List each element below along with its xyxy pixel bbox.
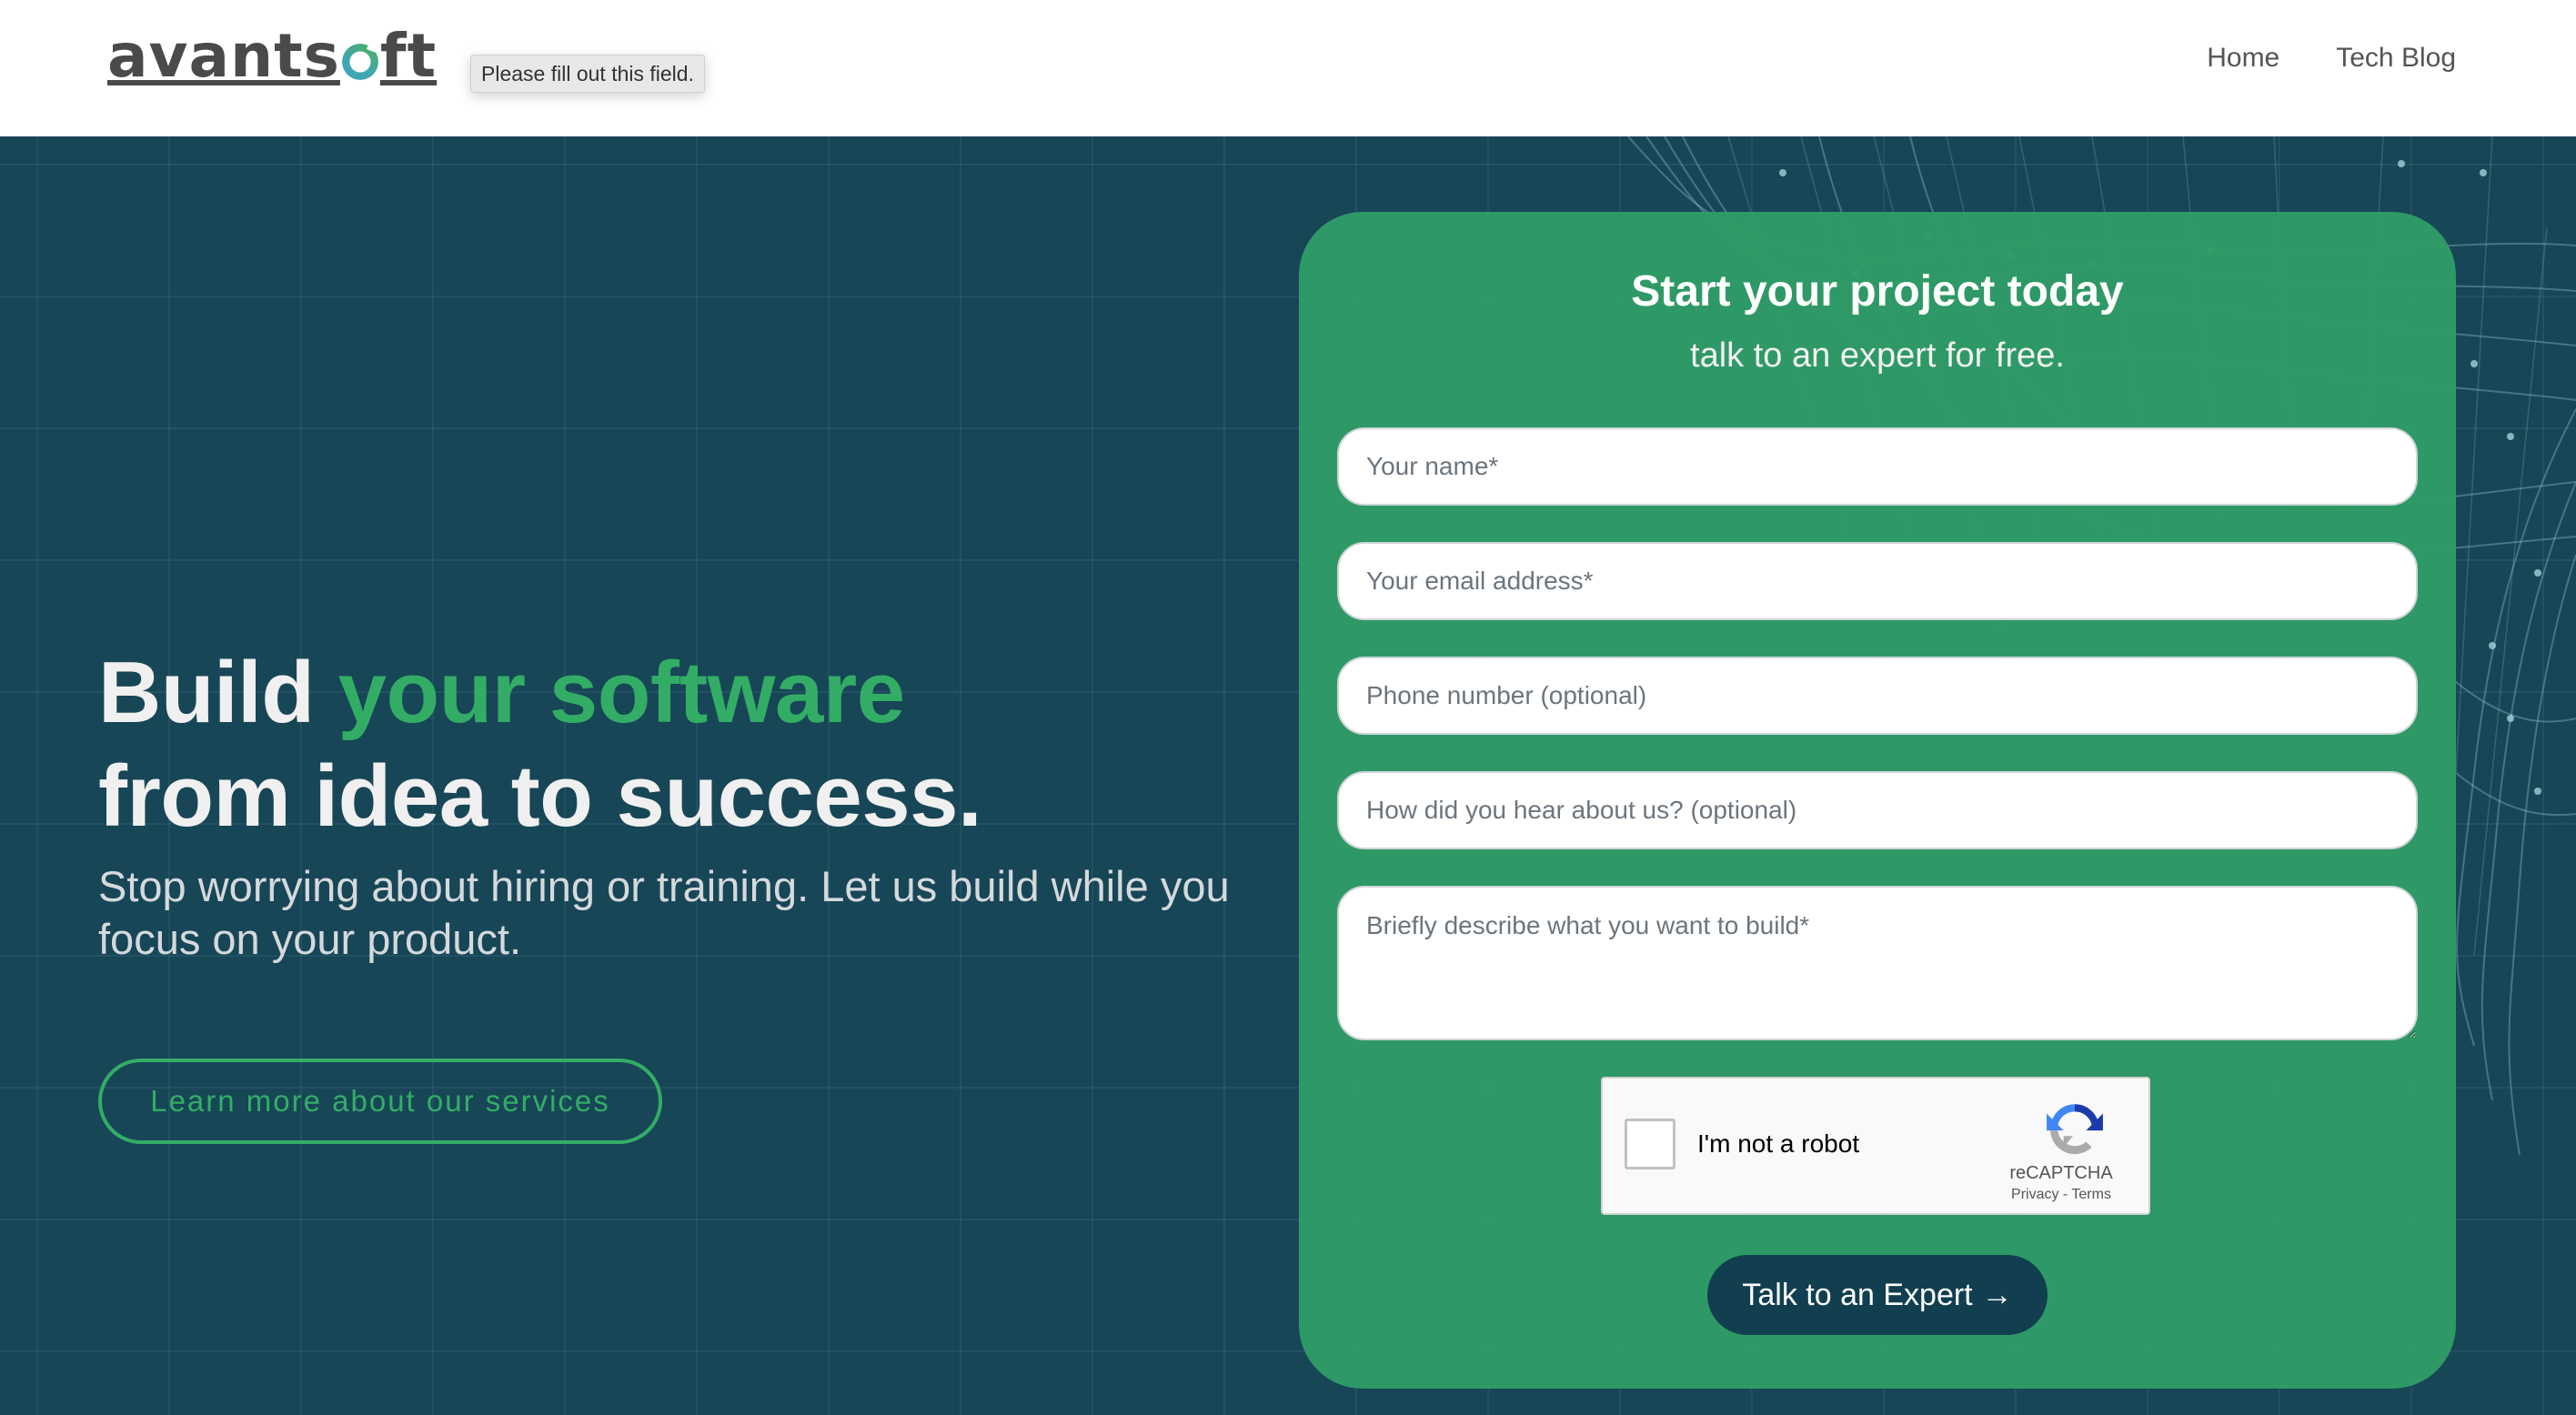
logo-text-start: avants	[107, 21, 340, 91]
recaptcha-label: I'm not a robot	[1697, 1129, 1860, 1158]
recaptcha-logo-icon	[2047, 1104, 2103, 1155]
project-description-textarea[interactable]	[1337, 886, 2418, 1040]
recaptcha-privacy-link[interactable]: Privacy	[2011, 1187, 2058, 1202]
contact-form-card: Start your project today talk to an expe…	[1299, 212, 2456, 1389]
recaptcha-terms-link[interactable]: Terms	[2071, 1187, 2111, 1202]
nav-home-link[interactable]: Home	[2207, 40, 2279, 76]
recaptcha-brand-text: reCAPTCHA	[2009, 1163, 2113, 1183]
email-input[interactable]	[1337, 542, 2418, 620]
headline-line-2: from idea to success.	[98, 748, 982, 845]
avantsoft-logo[interactable]: avants ft	[107, 20, 437, 93]
logo-ring-icon	[341, 44, 378, 80]
form-subtitle: talk to an expert for free.	[1690, 336, 2065, 375]
headline-accent-text: your software	[337, 644, 905, 741]
headline-plain-text: Build	[98, 644, 338, 741]
submit-button-label: Talk to an Expert	[1742, 1277, 1973, 1312]
site-header: avants ft Please fill out this field. Hom…	[0, 0, 2576, 136]
validation-tooltip: Please fill out this field.	[470, 55, 705, 93]
learn-more-services-button[interactable]: Learn more about our services	[98, 1059, 662, 1144]
recaptcha-links: Privacy - Terms	[1985, 1186, 2138, 1204]
arrow-right-icon: →	[1981, 1277, 2013, 1312]
main-nav: Home Tech Blog	[2207, 40, 2456, 76]
recaptcha-checkbox[interactable]	[1625, 1119, 1675, 1169]
referral-source-input[interactable]	[1337, 771, 2418, 849]
phone-input[interactable]	[1337, 657, 2418, 735]
name-input[interactable]	[1337, 427, 2418, 506]
form-title: Start your project today	[1631, 267, 2124, 316]
hero-headline: Build your software from idea to success…	[98, 641, 982, 848]
recaptcha-widget: I'm not a robot reCAPTCHA Privacy - Term…	[1601, 1077, 2150, 1215]
hero-subheadline: Stop worrying about hiring or training. …	[98, 862, 1230, 963]
nav-tech-blog-link[interactable]: Tech Blog	[2336, 40, 2456, 76]
recaptcha-link-separator: -	[2058, 1187, 2072, 1202]
talk-to-expert-button[interactable]: Talk to an Expert →	[1707, 1255, 2048, 1335]
logo-text-end: ft	[379, 21, 438, 91]
